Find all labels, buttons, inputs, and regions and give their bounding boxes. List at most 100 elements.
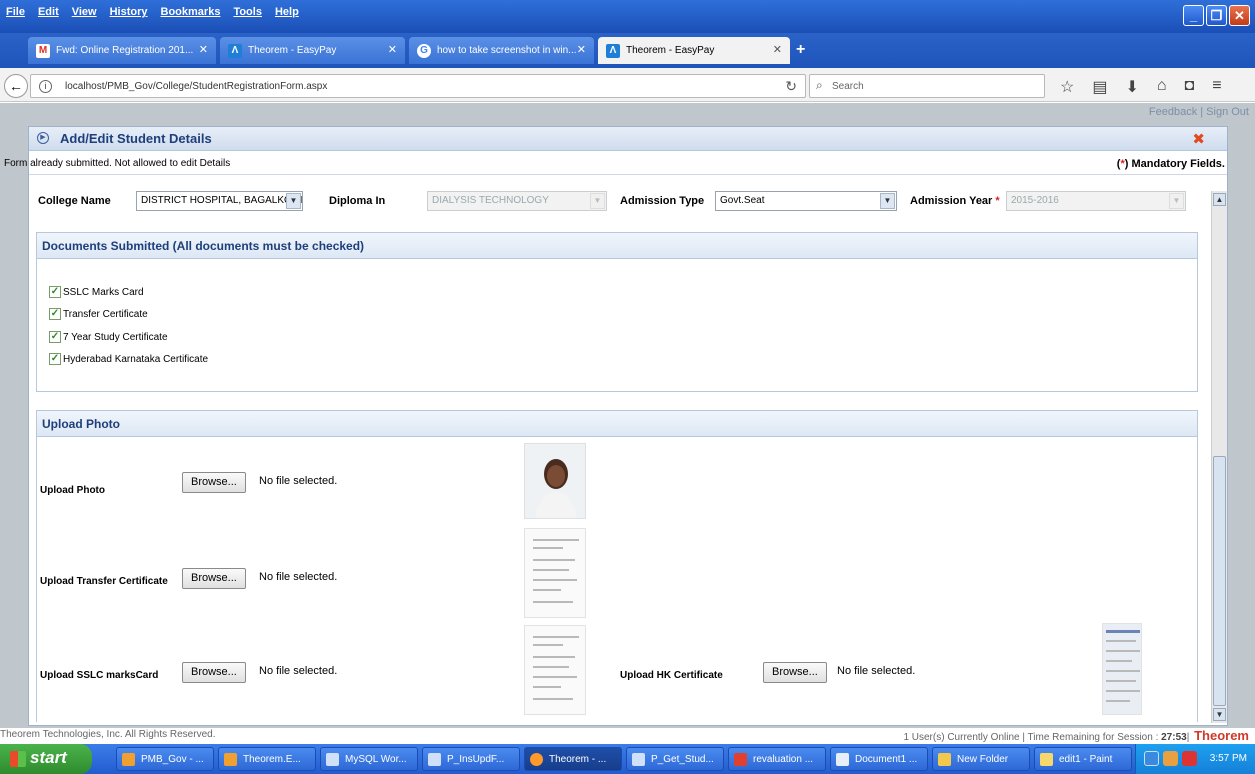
checkbox-checked[interactable]: ✓	[49, 331, 61, 343]
footer-brand: Theorem	[1194, 728, 1249, 743]
taskbar-item[interactable]: Document1 ...	[830, 747, 928, 771]
minimize-button[interactable]: _	[1183, 5, 1204, 26]
paint-icon	[1040, 753, 1053, 766]
diploma-label: Diploma In	[329, 195, 386, 207]
upload-sslc-label: Upload SSLC marksCard	[40, 670, 159, 681]
checkbox-checked[interactable]: ✓	[49, 353, 61, 365]
browse-sslc-button[interactable]: Browse...	[182, 662, 246, 683]
app-icon	[224, 753, 237, 766]
scroll-down-icon[interactable]: ▼	[1213, 708, 1226, 721]
close-tab-icon[interactable]: ✕	[388, 43, 397, 56]
menu-history[interactable]: History	[110, 6, 148, 18]
close-tab-icon[interactable]: ✕	[199, 43, 208, 56]
close-tab-icon[interactable]: ✕	[773, 43, 782, 56]
taskbar-item-label: P_Get_Stud...	[651, 754, 714, 765]
taskbar-item[interactable]: PMB_Gov - ...	[116, 747, 214, 771]
taskbar-item[interactable]: edit1 - Paint	[1034, 747, 1132, 771]
menu-tools[interactable]: Tools	[233, 6, 262, 18]
home-icon[interactable]: ⌂	[1157, 77, 1167, 97]
page-links[interactable]: Feedback | Sign Out	[1149, 106, 1249, 118]
url-bar[interactable]: i localhost/PMB_Gov/College/StudentRegis…	[30, 74, 806, 98]
theorem-icon: Λ	[228, 43, 242, 58]
window-controls: _ ❐ ✕	[1183, 5, 1250, 26]
mandatory-text: Mandatory Fields.	[1131, 158, 1225, 170]
taskbar-item-active[interactable]: Theorem - ...	[524, 747, 622, 771]
tray-app-icon[interactable]	[1163, 751, 1178, 766]
college-name-select[interactable]: DISTRICT HOSPITAL, BAGALKOT-B ▼	[136, 191, 303, 211]
tab-google[interactable]: G how to take screenshot in win... ✕	[409, 37, 594, 64]
field-row: College Name DISTRICT HOSPITAL, BAGALKOT…	[29, 191, 1199, 213]
modal-scrollbar[interactable]: ▲ ▼	[1211, 191, 1227, 723]
taskbar-item[interactable]: New Folder	[932, 747, 1030, 771]
taskbar-item-label: edit1 - Paint	[1059, 754, 1113, 765]
chevron-down-icon: ▼	[1169, 193, 1184, 209]
start-button[interactable]: start	[0, 744, 92, 774]
search-input[interactable]: ⌕ Search	[809, 74, 1045, 98]
pocket-icon[interactable]: ◘	[1185, 77, 1195, 97]
tab-theorem-1[interactable]: Λ Theorem - EasyPay ✕	[220, 37, 405, 64]
restore-button[interactable]: ❐	[1206, 5, 1227, 26]
document-checkbox-row[interactable]: ✓ Hyderabad Karnataka Certificate	[49, 353, 208, 365]
menu-bookmarks[interactable]: Bookmarks	[161, 6, 221, 18]
transfer-certificate-thumbnail	[524, 528, 586, 618]
taskbar-item-label: MySQL Wor...	[345, 754, 407, 765]
taskbar-item[interactable]: Theorem.E...	[218, 747, 316, 771]
pin-icon[interactable]: ✖	[1192, 130, 1205, 148]
google-icon: G	[417, 43, 431, 58]
taskbar-item[interactable]: P_InsUpdF...	[422, 747, 520, 771]
document-checkbox-row[interactable]: ✓ SSLC Marks Card	[49, 286, 144, 298]
hk-certificate-thumbnail	[1102, 623, 1142, 715]
hamburger-menu-icon[interactable]: ≡	[1212, 77, 1221, 97]
admission-year-label: Admission Year *	[910, 195, 1000, 207]
diploma-value: DIALYSIS TECHNOLOGY	[432, 195, 549, 206]
browse-photo-button[interactable]: Browse...	[182, 472, 246, 493]
taskbar-item[interactable]: P_Get_Stud...	[626, 747, 724, 771]
tab-label: Theorem - EasyPay	[248, 45, 337, 56]
required-star: *	[995, 195, 1000, 207]
status-message: Form already submitted. Not allowed to e…	[4, 158, 231, 169]
tray-security-icon[interactable]	[1182, 751, 1197, 766]
close-tab-icon[interactable]: ✕	[577, 43, 586, 56]
menu-help[interactable]: Help	[275, 6, 299, 18]
admission-type-value: Govt.Seat	[720, 195, 765, 206]
reading-list-icon[interactable]: ▤	[1092, 77, 1107, 97]
modal-header: ▶ Add/Edit Student Details ✖	[29, 127, 1227, 151]
upload-transfer-label: Upload Transfer Certificate	[40, 576, 168, 587]
back-button[interactable]: ←	[4, 74, 28, 98]
scrollbar-thumb[interactable]	[1213, 456, 1226, 706]
document-checkbox-row[interactable]: ✓ Transfer Certificate	[49, 308, 148, 320]
document-checkbox-row[interactable]: ✓ 7 Year Study Certificate	[49, 331, 168, 343]
download-icon[interactable]: ⬇	[1125, 77, 1138, 97]
tab-gmail[interactable]: M Fwd: Online Registration 201... ✕	[28, 37, 216, 64]
reload-icon[interactable]: ↻	[785, 78, 797, 95]
document-label: Transfer Certificate	[63, 308, 148, 320]
taskbar-item[interactable]: revaluation ...	[728, 747, 826, 771]
tray-arrow-icon[interactable]	[1144, 751, 1159, 766]
taskbar-item-label: Theorem - ...	[549, 754, 607, 765]
folder-icon	[938, 753, 951, 766]
checkbox-checked[interactable]: ✓	[49, 286, 61, 298]
app-icon	[632, 753, 645, 766]
browse-hk-button[interactable]: Browse...	[763, 662, 827, 683]
documents-title: Documents Submitted (All documents must …	[37, 233, 1197, 259]
taskbar-item[interactable]: MySQL Wor...	[320, 747, 418, 771]
bookmark-star-icon[interactable]: ☆	[1060, 77, 1074, 97]
close-window-button[interactable]: ✕	[1229, 5, 1250, 26]
new-tab-icon[interactable]: +	[796, 41, 805, 59]
hk-file-status: No file selected.	[837, 665, 916, 677]
admission-type-label: Admission Type	[620, 195, 705, 207]
upload-hk-label: Upload HK Certificate	[620, 670, 723, 681]
checkbox-checked[interactable]: ✓	[49, 308, 61, 320]
app-icon	[428, 753, 441, 766]
info-icon[interactable]: i	[39, 80, 52, 93]
tab-theorem-active[interactable]: Λ Theorem - EasyPay ✕	[598, 37, 790, 64]
browse-transfer-button[interactable]: Browse...	[182, 568, 246, 589]
expand-icon[interactable]: ▶	[37, 132, 49, 144]
menu-edit[interactable]: Edit	[38, 6, 59, 18]
scroll-up-icon[interactable]: ▲	[1213, 193, 1226, 206]
taskbar-item-label: revaluation ...	[753, 754, 814, 765]
admission-type-select[interactable]: Govt.Seat ▼	[715, 191, 897, 211]
sslc-markscard-thumbnail	[524, 625, 586, 715]
menu-file[interactable]: File	[6, 6, 25, 18]
menu-view[interactable]: View	[72, 6, 97, 18]
